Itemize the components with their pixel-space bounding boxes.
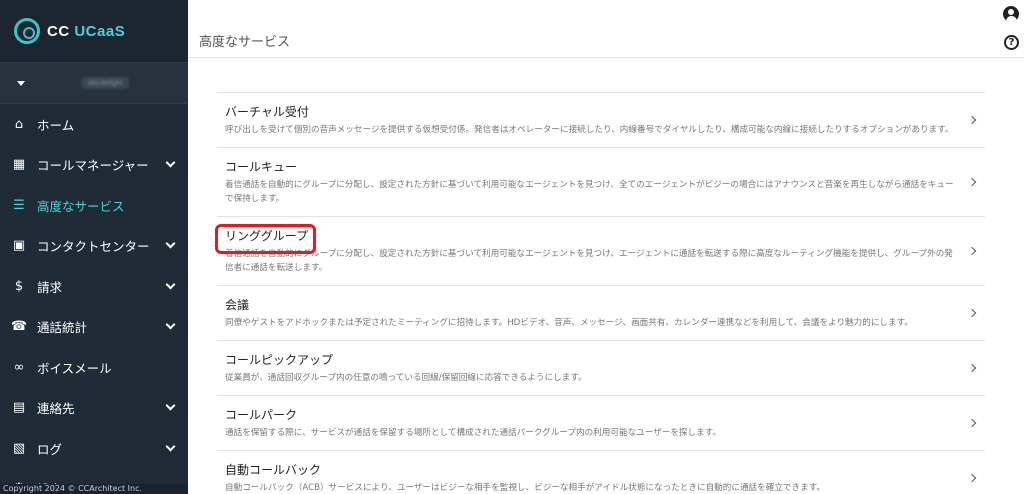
- logo-icon: [14, 18, 40, 44]
- chevron-right-icon: [967, 418, 977, 428]
- sidebar-item-3[interactable]: ▣ コンタクトセンター: [0, 226, 188, 267]
- sidebar: CC UCaaS abcdefghi ⌂ ホーム ▦ コールマネージャー ☰ 高度なサービ…: [0, 0, 188, 494]
- main-content: バーチャル受付呼び出しを受けて個別の音声メッセージを提供する仮想受付係。発信者は…: [188, 59, 1024, 494]
- home-icon: ⌂: [14, 116, 24, 132]
- sidebar-item-label: ログ: [37, 441, 63, 457]
- sidebar-item-1[interactable]: ▦ コールマネージャー: [0, 145, 188, 186]
- copyright-text: Copyright 2024 © CCArchitect Inc.: [0, 484, 188, 494]
- chevron-down-icon: [165, 238, 176, 249]
- service-description: 同僚やゲストをアドホックまたは予定されたミーティングに招待します。HDビデオ、音…: [225, 318, 913, 328]
- brand-logo[interactable]: CC UCaaS: [0, 0, 188, 62]
- sidebar-item-6[interactable]: ∞ ボイスメール: [0, 347, 188, 388]
- user-name-blurred: abcdefghi: [81, 77, 129, 89]
- service-description: 呼び出しを受けて個別の音声メッセージを提供する仮想受付係。発信者はオペレーターに…: [225, 125, 954, 135]
- sidebar-item-7[interactable]: ▤ 連絡先: [0, 388, 188, 429]
- sidebar-item-label: コンタクトセンター: [37, 239, 150, 255]
- chevron-right-icon: [967, 308, 977, 318]
- chevron-right-icon: [967, 363, 977, 373]
- service-list: バーチャル受付呼び出しを受けて個別の音声メッセージを提供する仮想受付係。発信者は…: [217, 92, 985, 494]
- brand-cc: CC: [47, 22, 75, 40]
- service-title: バーチャル受付: [225, 105, 309, 119]
- sidebar-item-label: 請求: [37, 279, 63, 295]
- sidebar-nav: ⌂ ホーム ▦ コールマネージャー ☰ 高度なサービス ▣ コンタクトセンター $ 請求 ☎ 通話統計…: [0, 104, 188, 494]
- chevron-down-icon: [165, 157, 176, 168]
- voicemail-icon: ∞: [13, 359, 25, 375]
- service-item[interactable]: コールピックアップ従業員が、通話回収グループ内の任意の鳴っている回線/保留回線に…: [217, 341, 985, 396]
- chevron-down-icon: [165, 319, 176, 330]
- help-icon[interactable]: ?: [1004, 35, 1019, 50]
- caret-down-icon: [17, 80, 25, 86]
- log-icon: ▧: [12, 440, 26, 456]
- service-description: 着信通話を自動的にグループに分配し、設定された方針に基づいて利用可能なエージェン…: [225, 180, 954, 204]
- sidebar-item-5[interactable]: ☎ 通話統計: [0, 307, 188, 348]
- page-title: 高度なサービス: [199, 35, 291, 50]
- sidebar-item-label: ボイスメール: [37, 360, 112, 376]
- service-title: リンググループ: [225, 229, 309, 243]
- sidebar-item-label: 連絡先: [37, 401, 75, 417]
- top-bar: 高度なサービス ?: [188, 0, 1024, 58]
- chevron-right-icon: [967, 473, 977, 483]
- chevron-down-icon: [165, 279, 176, 290]
- sidebar-item-label: コールマネージャー: [37, 158, 149, 174]
- service-item[interactable]: コールパーク通話を保留する際に、サービスが通話を保留する場所として構成された通話…: [217, 396, 985, 451]
- sidebar-item-2[interactable]: ☰ 高度なサービス: [0, 185, 188, 226]
- service-title: コールピックアップ: [225, 353, 334, 367]
- highlight-annotation: [215, 224, 316, 254]
- service-item[interactable]: リンググループ着信通話を自動的にグループに分配し、設定された方針に基づいて利用可…: [217, 217, 985, 286]
- sidebar-item-label: 通話統計: [37, 320, 88, 336]
- brand-ucaas: UCaaS: [74, 22, 126, 40]
- chevron-right-icon: [967, 246, 977, 256]
- user-dropdown[interactable]: abcdefghi: [0, 62, 188, 104]
- service-item[interactable]: 会議同僚やゲストをアドホックまたは予定されたミーティングに招待します。HDビデオ…: [217, 286, 985, 341]
- service-item[interactable]: バーチャル受付呼び出しを受けて個別の音声メッセージを提供する仮想受付係。発信者は…: [217, 93, 985, 148]
- user-account-icon[interactable]: [1003, 6, 1019, 22]
- service-description: 自動コールバック（ACB）サービスにより、ユーザーはビジーな相手を監視し、ビジー…: [225, 483, 826, 493]
- sidebar-item-label: ホーム: [37, 117, 75, 133]
- service-title: 会議: [225, 298, 250, 312]
- chevron-down-icon: [165, 400, 176, 411]
- brand-name: CC UCaaS: [47, 23, 125, 40]
- telephone-icon: ☎: [10, 319, 28, 335]
- dollar-icon: $: [14, 278, 24, 294]
- contact-card-icon: ▤: [12, 400, 26, 416]
- service-title: 自動コールバック: [225, 463, 322, 477]
- clipboard-icon: ▣: [12, 238, 26, 254]
- service-item[interactable]: 自動コールバック自動コールバック（ACB）サービスにより、ユーザーはビジーな相手…: [217, 451, 985, 494]
- sidebar-item-4[interactable]: $ 請求: [0, 266, 188, 307]
- sidebar-item-8[interactable]: ▧ ログ: [0, 428, 188, 469]
- service-description: 通話を保留する際に、サービスが通話を保留する場所として構成された通話パークグルー…: [225, 428, 722, 438]
- sidebar-item-label: 高度なサービス: [37, 198, 125, 214]
- service-title: コールパーク: [225, 408, 298, 422]
- service-title: コールキュー: [225, 160, 298, 174]
- service-description: 着信通話を自動的にグループに分配し、設定された方針に基づいて利用可能なエージェン…: [225, 249, 953, 273]
- chevron-right-icon: [967, 115, 977, 125]
- chevron-down-icon: [165, 441, 176, 452]
- sidebar-item-0[interactable]: ⌂ ホーム: [0, 104, 188, 145]
- service-item[interactable]: コールキュー着信通話を自動的にグループに分配し、設定された方針に基づいて利用可能…: [217, 148, 985, 217]
- grid-icon: ▦: [12, 157, 26, 173]
- list-icon: ☰: [13, 197, 25, 213]
- service-description: 従業員が、通話回収グループ内の任意の鳴っている回線/保留回線に応答できるようにし…: [225, 373, 587, 383]
- chevron-right-icon: [967, 177, 977, 187]
